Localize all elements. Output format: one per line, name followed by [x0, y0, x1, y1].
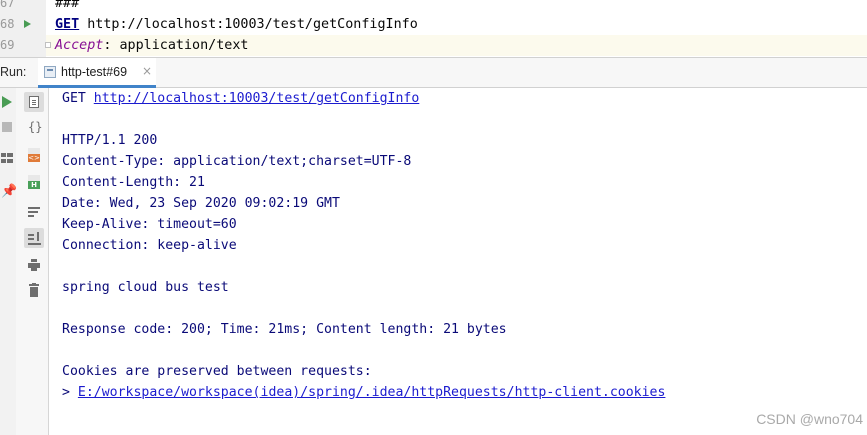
pin-icon[interactable]: 📌	[1, 184, 17, 199]
trash-icon	[29, 283, 39, 297]
html-file-icon	[28, 148, 40, 162]
request-method: GET	[62, 91, 94, 106]
line-number: 68	[0, 17, 15, 31]
layout-icon[interactable]	[1, 153, 13, 163]
header-key: Accept	[55, 38, 104, 53]
document-icon	[29, 96, 39, 108]
request-url: http://localhost:10003/test/getConfigInf…	[79, 17, 418, 32]
print-icon	[28, 259, 40, 271]
response-summary: Response code: 200; Time: 21ms; Content …	[62, 322, 507, 337]
response-header: Content-Length: 21	[62, 175, 205, 190]
tab-http-test[interactable]: http-test#69 ×	[38, 58, 156, 88]
close-icon[interactable]: ×	[142, 64, 152, 78]
editor[interactable]: 67 ### 68 GET http://localhost:10003/tes…	[0, 0, 867, 57]
response-header: Keep-Alive: timeout=60	[62, 217, 237, 232]
editor-line[interactable]: 68 GET http://localhost:10003/test/getCo…	[0, 14, 867, 35]
cookies-prefix: >	[62, 385, 78, 400]
line-number: 67	[0, 0, 15, 10]
scroll-to-end-button[interactable]	[24, 228, 44, 248]
fold-marker-icon[interactable]	[45, 42, 51, 48]
cookies-note: Cookies are preserved between requests:	[62, 364, 372, 379]
clear-all-button[interactable]	[24, 280, 44, 300]
header-value: : application/text	[103, 38, 249, 53]
editor-line-current[interactable]: 69 Accept: application/text	[0, 35, 867, 56]
response-header: Connection: keep-alive	[62, 238, 237, 253]
line-number: 69	[0, 38, 15, 52]
console-request-line: GET http://localhost:10003/test/getConfi…	[62, 88, 419, 109]
view-json-button[interactable]: {}	[24, 119, 44, 139]
response-view-toolbar: {}	[16, 88, 49, 435]
print-button[interactable]	[24, 255, 44, 275]
tab-label: http-test#69	[61, 65, 128, 79]
request-method[interactable]: GET	[55, 17, 79, 32]
soft-wrap-icon	[28, 206, 40, 218]
cookies-line: > E:/workspace/workspace(idea)/spring/.i…	[62, 382, 665, 403]
response-body: spring cloud bus test	[62, 280, 229, 295]
run-label: Run:	[0, 65, 27, 79]
view-html-button[interactable]	[24, 145, 44, 165]
view-text-button[interactable]	[24, 92, 44, 112]
response-header: Content-Type: application/text;charset=U…	[62, 154, 412, 169]
scroll-to-end-icon	[28, 231, 41, 245]
response-header: Date: Wed, 23 Sep 2020 09:02:19 GMT	[62, 196, 340, 211]
request-url-link[interactable]: http://localhost:10003/test/getConfigInf…	[94, 91, 420, 106]
run-tool-window-header: Run: http-test#69 ×	[0, 57, 867, 88]
stop-icon[interactable]	[2, 122, 12, 132]
header-line: Accept: application/text	[55, 35, 249, 56]
soft-wrap-button[interactable]	[24, 202, 44, 222]
run-actions-toolbar	[0, 88, 17, 435]
watermark: CSDN @wno704	[756, 411, 863, 427]
view-headers-button[interactable]	[24, 172, 44, 192]
json-file-icon: {}	[28, 120, 43, 134]
headers-file-icon	[28, 175, 40, 189]
status-line: HTTP/1.1 200	[62, 133, 158, 148]
run-request-icon[interactable]	[24, 20, 31, 28]
request-line: GET http://localhost:10003/test/getConfi…	[55, 14, 418, 35]
code-comment: ###	[55, 0, 80, 11]
api-file-icon	[44, 66, 56, 78]
editor-line[interactable]: 67 ###	[0, 0, 867, 14]
play-icon[interactable]	[2, 96, 12, 108]
cookies-file-link[interactable]: E:/workspace/workspace(idea)/spring/.ide…	[78, 385, 666, 400]
